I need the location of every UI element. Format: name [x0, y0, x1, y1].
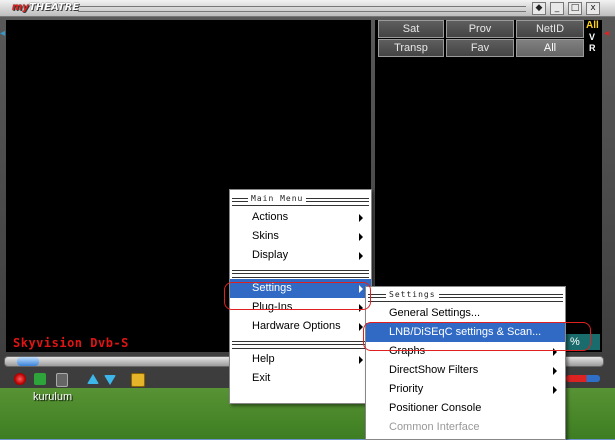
filter-netid-button[interactable]: NetID: [516, 20, 584, 38]
settings-highlight-ring: [224, 282, 371, 310]
settings-menu-header: Settings: [366, 290, 565, 304]
menu-item-general-settings[interactable]: General Settings...: [366, 304, 565, 323]
title-grip: [78, 6, 526, 12]
filter-prov-button[interactable]: Prov: [446, 20, 514, 38]
right-edge-arrow-icon[interactable]: ◂: [604, 28, 612, 40]
menu-separator: [232, 341, 369, 349]
seek-thumb[interactable]: [17, 357, 39, 366]
menu-item-directshow-filters[interactable]: DirectShow Filters: [366, 361, 565, 380]
menu-separator: [232, 270, 369, 278]
settings-submenu: Settings General Settings... LNB/DiSEqC …: [365, 286, 566, 440]
menu-item-hardware-options[interactable]: Hardware Options: [230, 317, 371, 336]
submenu-arrow-icon: [359, 356, 363, 364]
channel-up-icon[interactable]: [87, 374, 99, 384]
title-bar[interactable]: myTHEATRE ◆ _ □ x: [0, 0, 615, 17]
menu-item-priority[interactable]: Priority: [366, 380, 565, 399]
pause-icon[interactable]: [56, 373, 68, 387]
snapshot-icon[interactable]: [34, 373, 46, 385]
folder-icon[interactable]: [131, 373, 145, 387]
minimize-button[interactable]: _: [550, 2, 564, 15]
volume-slider[interactable]: [566, 375, 600, 382]
channel-name: Skyvision Dvb-S: [13, 336, 129, 350]
submenu-arrow-icon: [553, 386, 557, 394]
menu-item-actions[interactable]: Actions: [230, 208, 371, 227]
app-logo: myTHEATRE: [12, 2, 80, 13]
filter-fav-button[interactable]: Fav: [446, 39, 514, 57]
menu-item-display[interactable]: Display: [230, 246, 371, 265]
filter-all-button[interactable]: All: [516, 39, 584, 57]
menu-diamond-button[interactable]: ◆: [532, 2, 546, 15]
close-button[interactable]: x: [586, 2, 600, 15]
menu-item-positioner-console[interactable]: Positioner Console: [366, 399, 565, 418]
submenu-arrow-icon: [359, 252, 363, 260]
toggle-all[interactable]: All: [586, 20, 599, 31]
record-icon[interactable]: [14, 373, 26, 385]
submenu-arrow-icon: [359, 214, 363, 222]
menu-item-exit[interactable]: Exit: [230, 369, 371, 388]
menu-item-skins[interactable]: Skins: [230, 227, 371, 246]
lnb-highlight-ring: [363, 322, 591, 351]
filter-sat-button[interactable]: Sat: [378, 20, 444, 38]
main-menu-header: Main Menu: [230, 194, 371, 208]
menu-item-help[interactable]: Help: [230, 350, 371, 369]
filter-transp-button[interactable]: Transp: [378, 39, 444, 57]
toggle-v[interactable]: V: [589, 32, 595, 42]
channel-down-icon[interactable]: [104, 375, 116, 385]
menu-item-common-interface: Common Interface: [389, 421, 480, 433]
toggle-r[interactable]: R: [589, 43, 596, 53]
desktop-icon-label[interactable]: kurulum: [33, 391, 72, 403]
submenu-arrow-icon: [359, 233, 363, 241]
maximize-button[interactable]: □: [568, 2, 582, 15]
submenu-arrow-icon: [553, 367, 557, 375]
